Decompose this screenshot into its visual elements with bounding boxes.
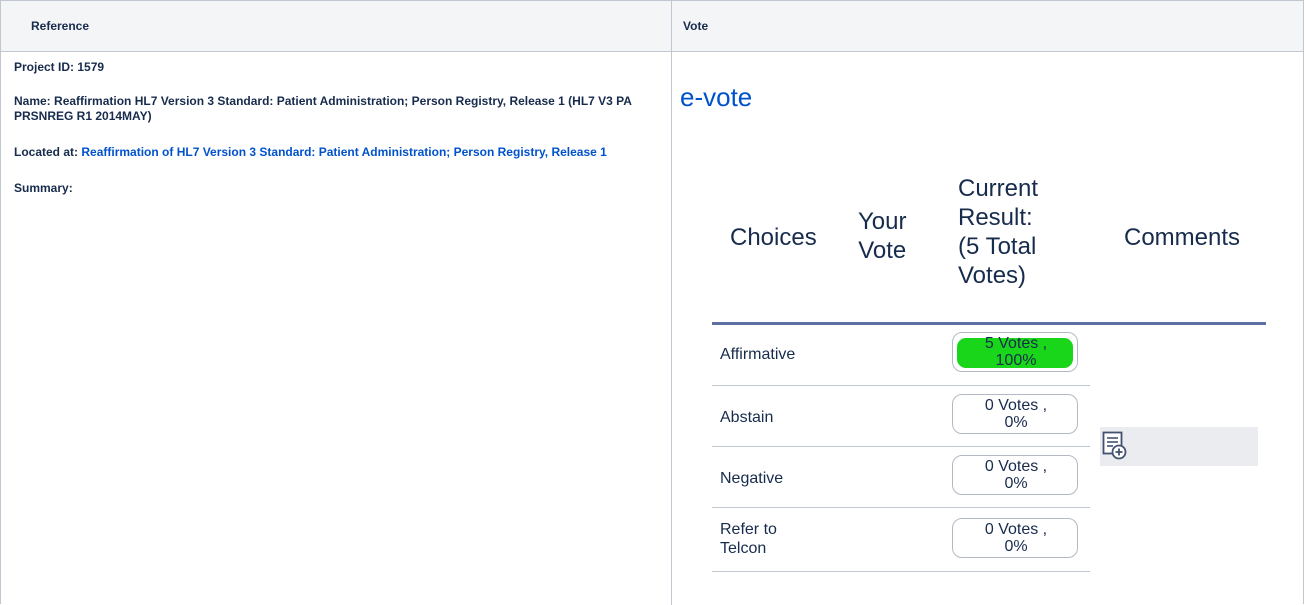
- vote-row-affirmative: Affirmative 5 Votes , 100%: [712, 325, 1090, 386]
- result-percent: 0%: [1004, 475, 1028, 492]
- header-your-vote-line2: Vote: [858, 237, 907, 264]
- reference-cell: Project ID: 1579 Name: Reaffirmation HL7…: [14, 60, 664, 208]
- located-link[interactable]: Reaffirmation of HL7 Version 3 Standard:…: [81, 145, 606, 159]
- result-count: 5 Votes ,: [984, 335, 1048, 352]
- header-choices: Choices: [730, 224, 817, 251]
- header-reference: Reference: [31, 19, 90, 33]
- result-text: 0 Votes , 0%: [953, 521, 1079, 555]
- choice-label: Refer to Telcon: [720, 520, 777, 558]
- project-id-label: Project ID:: [14, 60, 75, 74]
- header-comments: Comments: [1124, 224, 1241, 251]
- vote-table-header: Choices Your Vote Current Result: (5 Tot…: [712, 160, 1266, 325]
- result-count: 0 Votes ,: [984, 397, 1048, 414]
- name-label: Name:: [14, 94, 51, 108]
- result-pill: 0 Votes , 0%: [952, 518, 1078, 558]
- add-comment-icon[interactable]: [1102, 431, 1128, 461]
- result-text: 5 Votes , 100%: [953, 335, 1079, 369]
- table-header-row: Reference Vote: [1, 1, 1303, 52]
- header-result-line4: Votes): [958, 262, 1027, 289]
- project-name: Name: Reaffirmation HL7 Version 3 Standa…: [14, 94, 664, 124]
- name-value: Reaffirmation HL7 Version 3 Standard: Pa…: [14, 94, 632, 123]
- header-result-line3: (5 Total: [958, 233, 1037, 260]
- vote-row-abstain: Abstain 0 Votes , 0%: [712, 386, 1090, 447]
- choice-line1: Refer to: [720, 521, 777, 538]
- choice-line2: Telcon: [720, 540, 767, 557]
- choice-label: Negative: [720, 470, 784, 487]
- located-label: Located at:: [14, 145, 79, 159]
- summary-label: Summary:: [14, 181, 73, 195]
- result-pill: 5 Votes , 100%: [952, 332, 1078, 372]
- header-current-result: Current Result: (5 Total Votes): [958, 174, 1038, 290]
- result-text: 0 Votes , 0%: [953, 397, 1079, 431]
- result-percent: 100%: [995, 352, 1037, 369]
- column-divider: [671, 1, 672, 605]
- header-vote: Vote: [683, 19, 709, 33]
- project-id-value: 1579: [77, 60, 105, 74]
- choice-label: Affirmative: [720, 346, 796, 363]
- result-percent: 0%: [1004, 538, 1028, 555]
- result-pill: 0 Votes , 0%: [952, 455, 1078, 495]
- located-at: Located at: Reaffirmation of HL7 Version…: [14, 145, 664, 160]
- header-your-vote-line1: Your: [858, 208, 907, 235]
- vote-row-negative: Negative 0 Votes , 0%: [712, 447, 1090, 508]
- header-result-line2: Result:: [958, 204, 1033, 231]
- vote-row-refer-to-telcon: Refer to Telcon 0 Votes , 0%: [712, 508, 1090, 572]
- choice-label: Abstain: [720, 409, 774, 426]
- result-pill: 0 Votes , 0%: [952, 394, 1078, 434]
- result-count: 0 Votes ,: [984, 521, 1048, 538]
- evote-title: e-vote: [680, 82, 753, 112]
- comment-cell[interactable]: [1100, 427, 1258, 466]
- header-your-vote: Your Vote: [858, 207, 907, 265]
- result-percent: 0%: [1004, 414, 1028, 431]
- result-text: 0 Votes , 0%: [953, 458, 1079, 492]
- project-id: Project ID: 1579: [14, 60, 664, 75]
- header-result-line1: Current: [958, 175, 1039, 202]
- summary: Summary:: [14, 181, 664, 196]
- result-count: 0 Votes ,: [984, 458, 1048, 475]
